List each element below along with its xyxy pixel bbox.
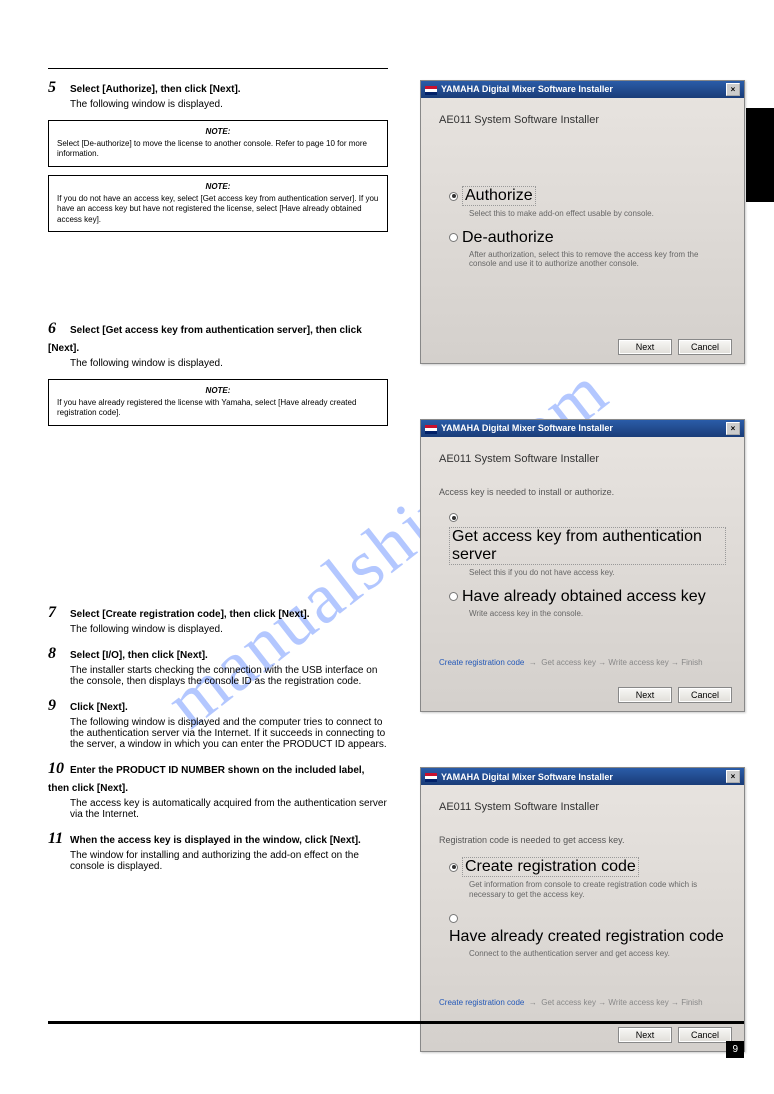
option-desc: Write access key in the console. bbox=[469, 609, 726, 619]
step-num: 6 bbox=[48, 320, 70, 338]
step-num: 9 bbox=[48, 697, 70, 715]
crumb-current: Create registration code bbox=[439, 658, 524, 667]
note-body: Select [De-authorize] to move the licens… bbox=[57, 139, 379, 160]
installer-dialog-2: YAMAHA Digital Mixer Software Installer ×… bbox=[420, 419, 745, 712]
radio-label: De-authorize bbox=[462, 229, 554, 247]
option-desc: Select this if you do not have access ke… bbox=[469, 568, 726, 578]
breadcrumb: Create registration code → Get access ke… bbox=[439, 998, 726, 1007]
dialog-title: YAMAHA Digital Mixer Software Installer bbox=[441, 84, 613, 94]
note-3: NOTE: If you have already registered the … bbox=[48, 379, 388, 426]
header-rule bbox=[48, 68, 388, 69]
radio-icon[interactable] bbox=[449, 233, 458, 242]
step-text: Enter the PRODUCT ID NUMBER shown on the… bbox=[48, 765, 364, 794]
note-title: NOTE: bbox=[57, 386, 379, 395]
step-sub: The window for installing and authorizin… bbox=[70, 850, 388, 872]
step-text: When the access key is displayed in the … bbox=[70, 835, 361, 846]
dialog-title: YAMAHA Digital Mixer Software Installer bbox=[441, 772, 613, 782]
radio-icon[interactable] bbox=[449, 914, 458, 923]
step-num: 7 bbox=[48, 604, 70, 622]
titlebar[interactable]: YAMAHA Digital Mixer Software Installer × bbox=[421, 81, 744, 98]
note-1: NOTE: Select [De-authorize] to move the l… bbox=[48, 120, 388, 167]
step-text: Select [Authorize], then click [Next]. bbox=[70, 84, 241, 95]
next-button[interactable]: Next bbox=[618, 339, 672, 355]
step-sub: The following window is displayed and th… bbox=[70, 717, 388, 750]
radio-label: Have already obtained access key bbox=[462, 588, 706, 606]
note-body: If you do not have an access key, select… bbox=[57, 194, 379, 225]
step-text: Select [Get access key from authenticati… bbox=[48, 325, 362, 354]
radio-icon[interactable] bbox=[449, 863, 458, 872]
titlebar[interactable]: YAMAHA Digital Mixer Software Installer × bbox=[421, 768, 744, 785]
step-num: 8 bbox=[48, 645, 70, 663]
close-icon[interactable]: × bbox=[726, 422, 740, 435]
option-deauthorize[interactable]: De-authorize After authorization, select … bbox=[449, 229, 726, 269]
step-sub: The installer starts checking the connec… bbox=[70, 665, 388, 687]
installer-dialog-1: YAMAHA Digital Mixer Software Installer ×… bbox=[420, 80, 745, 364]
step-9: 9Click [Next]. The following window is di… bbox=[48, 697, 388, 750]
step-num: 10 bbox=[48, 760, 70, 778]
step-6: 6Select [Get access key from authenticat… bbox=[48, 320, 388, 369]
step-sub: The following window is displayed. bbox=[70, 99, 388, 110]
step-text: Select [Create registration code], then … bbox=[70, 609, 310, 620]
note-title: NOTE: bbox=[57, 127, 379, 136]
option-desc: Select this to make add-on effect usable… bbox=[469, 209, 726, 219]
next-button[interactable]: Next bbox=[618, 687, 672, 703]
radio-label: Have already created registration code bbox=[449, 928, 724, 946]
app-icon bbox=[425, 773, 437, 782]
close-icon[interactable]: × bbox=[726, 770, 740, 783]
option-create-reg-code[interactable]: Create registration code Get information … bbox=[449, 857, 726, 899]
dialog-title: YAMAHA Digital Mixer Software Installer bbox=[441, 423, 613, 433]
installer-dialog-3: YAMAHA Digital Mixer Software Installer ×… bbox=[420, 767, 745, 1052]
step-sub: The following window is displayed. bbox=[70, 624, 388, 635]
radio-icon[interactable] bbox=[449, 592, 458, 601]
note-body: If you have already registered the licen… bbox=[57, 398, 379, 419]
cancel-button[interactable]: Cancel bbox=[678, 687, 732, 703]
note-title: NOTE: bbox=[57, 182, 379, 191]
step-text: Click [Next]. bbox=[70, 702, 128, 713]
breadcrumb: Create registration code → Get access ke… bbox=[439, 658, 726, 667]
app-icon bbox=[425, 425, 437, 434]
radio-icon[interactable] bbox=[449, 513, 458, 522]
option-desc: After authorization, select this to remo… bbox=[469, 250, 726, 269]
app-icon bbox=[425, 86, 437, 95]
step-text: Select [I/O], then click [Next]. bbox=[70, 650, 208, 661]
step-sub: The following window is displayed. bbox=[70, 358, 388, 369]
next-button[interactable]: Next bbox=[618, 1027, 672, 1043]
step-7: 7Select [Create registration code], then… bbox=[48, 604, 388, 635]
step-sub: The access key is automatically acquired… bbox=[70, 798, 388, 820]
step-10: 10Enter the PRODUCT ID NUMBER shown on t… bbox=[48, 760, 388, 820]
radio-label: Create registration code bbox=[462, 857, 639, 877]
cancel-button[interactable]: Cancel bbox=[678, 1027, 732, 1043]
option-desc: Connect to the authentication server and… bbox=[469, 949, 726, 959]
dialog-heading: AE011 System Software Installer bbox=[439, 801, 726, 813]
step-num: 11 bbox=[48, 830, 70, 848]
side-tab bbox=[746, 108, 774, 202]
radio-icon[interactable] bbox=[449, 192, 458, 201]
step-8: 8Select [I/O], then click [Next]. The ins… bbox=[48, 645, 388, 687]
page-number: 9 bbox=[726, 1041, 744, 1058]
option-get-access-key[interactable]: Get access key from authentication serve… bbox=[449, 509, 726, 578]
footer-rule bbox=[48, 1021, 744, 1024]
crumb-current: Create registration code bbox=[439, 998, 524, 1007]
option-authorize[interactable]: Authorize Select this to make add-on effe… bbox=[449, 186, 726, 219]
dialog-lead: Registration code is needed to get acces… bbox=[439, 835, 726, 845]
step-11: 11When the access key is displayed in th… bbox=[48, 830, 388, 872]
radio-label: Authorize bbox=[462, 186, 536, 206]
option-desc: Get information from console to create r… bbox=[469, 880, 726, 899]
option-have-access-key[interactable]: Have already obtained access key Write ac… bbox=[449, 588, 726, 619]
option-have-reg-code[interactable]: Have already created registration code Co… bbox=[449, 910, 726, 959]
dialog-lead: Access key is needed to install or autho… bbox=[439, 487, 726, 497]
step-num: 5 bbox=[48, 79, 70, 97]
titlebar[interactable]: YAMAHA Digital Mixer Software Installer × bbox=[421, 420, 744, 437]
radio-label: Get access key from authentication serve… bbox=[449, 527, 726, 565]
dialog-heading: AE011 System Software Installer bbox=[439, 453, 726, 465]
step-5: 5Select [Authorize], then click [Next]. T… bbox=[48, 79, 388, 110]
cancel-button[interactable]: Cancel bbox=[678, 339, 732, 355]
dialog-heading: AE011 System Software Installer bbox=[439, 114, 726, 126]
note-2: NOTE: If you do not have an access key, s… bbox=[48, 175, 388, 232]
close-icon[interactable]: × bbox=[726, 83, 740, 96]
